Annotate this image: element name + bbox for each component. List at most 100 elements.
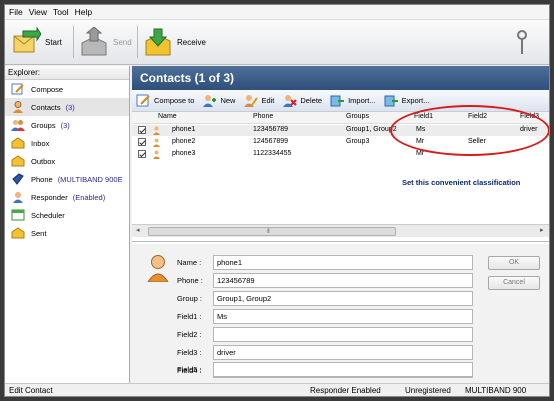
phone-label: Phone : [177,275,203,285]
status-modem: MULTIBAND 900 [465,386,527,395]
name-label: Name : [177,257,202,267]
receive-button[interactable]: Receive [143,24,206,60]
nav-label: Inbox [31,138,50,148]
column-header-groups[interactable]: Groups [346,113,369,120]
new-label: New [220,96,236,105]
field5-row: Field5 : [177,361,473,377]
nav-label: Outbox [31,156,56,166]
row-checkbox[interactable] [138,126,146,134]
nav-groups[interactable]: Groups (3) [5,116,129,134]
import-button[interactable]: Import... [330,94,376,107]
edit-button[interactable]: Edit [243,94,274,107]
nav-label: Contacts [31,102,61,112]
field3-label: Field3 : [177,347,202,357]
field5-field[interactable] [213,361,473,377]
menu-help[interactable]: Help [75,7,92,17]
new-button[interactable]: New [202,94,235,107]
contacts-title: Contacts (1 of 3) [132,66,549,90]
nav-contacts[interactable]: Contacts (3) [5,98,129,116]
nav-inbox[interactable]: Inbox [5,134,129,152]
row-checkbox[interactable] [138,138,146,146]
cell-groups: Group1, Group2 [346,126,397,133]
delete-button[interactable]: Delete [282,94,322,107]
row-checkbox[interactable] [138,150,146,158]
field2-label: Field2 : [177,329,202,339]
delete-label: Delete [300,96,323,105]
sent-icon [11,227,25,239]
contact-avatar-icon [146,254,170,283]
start-button[interactable]: Start [11,24,62,60]
export-button[interactable]: Export... [384,94,430,107]
send-button[interactable]: Send [79,24,132,60]
responder-icon [11,191,25,203]
nav-responder[interactable]: Responder (Enabled) [5,188,129,206]
scrollbar-thumb[interactable]: ⦀ [148,227,396,236]
receive-label: Receive [177,37,206,47]
column-header-name[interactable]: Name [158,113,177,120]
nav-label: Compose [31,84,64,94]
field2-field[interactable] [213,326,473,342]
start-icon [11,26,42,57]
nav-phone[interactable]: Phone (MULTIBAND 900E [5,170,129,188]
nav-count: (3) [60,120,70,130]
phone-row: Phone : 123456789 [177,272,473,288]
column-header-phone[interactable]: Phone [253,113,273,120]
field2-row: Field2 : [177,326,473,342]
compose-icon [11,83,25,95]
nav-outbox[interactable]: Outbox [5,152,129,170]
compose-to-button[interactable]: Compose to [136,94,194,107]
edit-icon [243,94,259,107]
phone-field[interactable]: 123456789 [213,272,473,288]
field3-field[interactable]: driver [213,344,473,360]
wrench-icon[interactable] [517,30,527,56]
calendar-icon [11,209,25,221]
contacts-table: Name Phone Groups Field1 Field2 Field3 p… [132,105,549,242]
cell-groups: Group3 [346,138,370,145]
compose-icon [136,94,151,107]
field1-field[interactable]: Ms [213,308,473,324]
annotation-circle [390,105,549,156]
send-icon [79,26,109,57]
import-label: Import... [348,96,376,105]
outbox-icon [11,155,25,167]
field5-label: Field5 : [177,364,202,374]
nav-label: Phone [31,174,53,184]
grip-icon: ⦀ [267,229,270,235]
annotation-text: Set this convenient classification [402,178,521,187]
group-label: Group : [177,293,203,303]
nav-compose[interactable]: Compose [5,80,129,98]
toolbar-divider [137,26,138,58]
menu-file[interactable]: File [9,7,23,17]
name-field[interactable]: phone1 [213,254,473,270]
group-field[interactable]: Group1, Group2 [213,290,473,306]
toolbar-divider [73,26,74,58]
menu-bar: File View Tool Help [5,5,549,20]
cell-phone: 123456789 [253,126,289,133]
inbox-icon [11,137,25,149]
contact-icon [152,126,161,135]
main-toolbar: Start Send Receive [5,20,549,65]
scroll-right-arrow-icon[interactable]: ▸ [540,226,544,234]
phone-icon [11,173,25,185]
group-icon [11,119,25,131]
send-label: Send [113,37,132,47]
compose-to-label: Compose to [154,96,195,105]
ok-button[interactable]: OK [488,256,540,270]
nav-label: Scheduler [31,210,65,220]
app-window: File View Tool Help Start Send Receive E… [4,4,550,397]
field1-label: Field1 : [177,311,202,321]
field3-row: Field3 : driver [177,344,473,360]
explorer-header: Explorer: [5,66,129,80]
menu-tool[interactable]: Tool [53,7,69,17]
nav-count: (3) [65,102,75,112]
menu-view[interactable]: View [29,7,47,17]
status-registration: Unregistered [405,386,451,395]
contacts-pane: Contacts (1 of 3) Compose to New Edit De… [132,66,549,383]
nav-sent[interactable]: Sent [5,224,129,242]
name-row: Name : phone1 [177,254,473,270]
horizontal-scrollbar[interactable]: ◂ ⦀ ▸ [132,224,549,237]
scroll-left-arrow-icon[interactable]: ◂ [136,226,140,234]
cancel-button[interactable]: Cancel [488,276,540,290]
nav-scheduler[interactable]: Scheduler [5,206,129,224]
nav-count: (Enabled) [72,192,106,202]
